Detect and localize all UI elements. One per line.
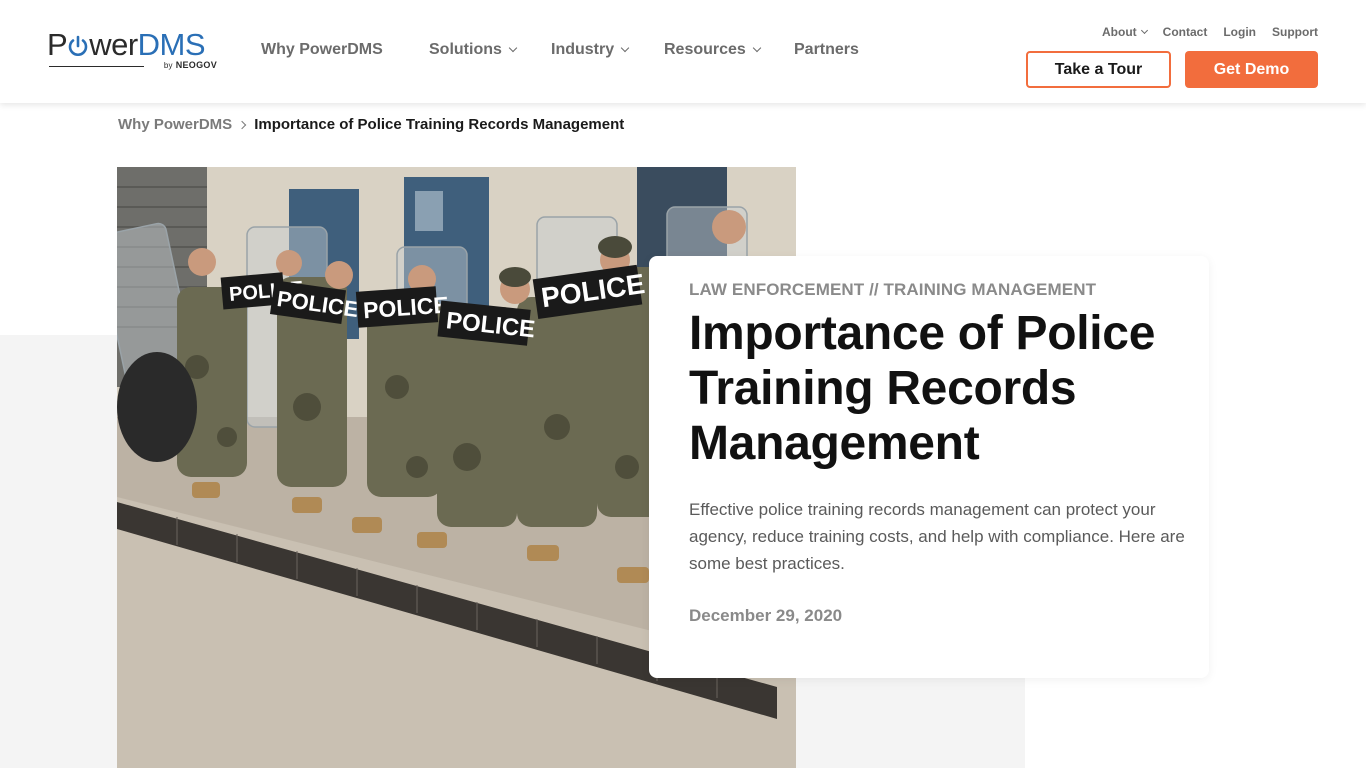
nav-solutions-label: Solutions xyxy=(429,41,502,58)
logo-dms-text: DMS xyxy=(137,27,206,62)
article-title: Importance of Police Training Records Ma… xyxy=(689,307,1156,470)
logo-wordmark: PwerDMS xyxy=(47,28,219,62)
util-about[interactable]: About xyxy=(1102,25,1148,39)
util-contact[interactable]: Contact xyxy=(1163,25,1208,39)
util-login-label: Login xyxy=(1223,25,1256,39)
chevron-down-icon xyxy=(1140,26,1148,35)
nav-partners[interactable]: Partners xyxy=(794,41,859,59)
chevron-down-icon xyxy=(508,43,518,53)
power-icon xyxy=(67,30,89,56)
article-description: Effective police training records manage… xyxy=(689,500,1185,573)
get-demo-button[interactable]: Get Demo xyxy=(1185,51,1318,88)
nav-solutions[interactable]: Solutions xyxy=(429,41,551,59)
util-support-label: Support xyxy=(1272,25,1318,39)
article-card: LAW ENFORCEMENT // TRAINING MANAGEMENT I… xyxy=(649,256,1209,678)
nav-why-powerdms[interactable]: Why PowerDMS xyxy=(261,41,429,59)
article-categories[interactable]: LAW ENFORCEMENT // TRAINING MANAGEMENT xyxy=(689,280,1096,300)
site-header: PwerDMS by NEOGOV Why PowerDMS Solutions… xyxy=(0,0,1366,103)
util-login[interactable]: Login xyxy=(1223,25,1256,39)
article-date: December 29, 2020 xyxy=(689,606,843,625)
chevron-down-icon xyxy=(620,43,630,53)
util-about-label: About xyxy=(1102,25,1137,39)
nav-resources[interactable]: Resources xyxy=(664,41,794,59)
take-a-tour-button[interactable]: Take a Tour xyxy=(1026,51,1171,88)
utility-nav: About Contact Login Support xyxy=(1102,25,1318,39)
nav-partners-label: Partners xyxy=(794,41,859,58)
logo-underline xyxy=(49,66,144,67)
logo-neogov: by NEOGOV xyxy=(164,60,217,70)
logo-power-text: Pwer xyxy=(47,27,138,62)
breadcrumb-parent-link[interactable]: Why PowerDMS xyxy=(118,116,232,133)
main-nav: Why PowerDMS Solutions Industry Resource… xyxy=(261,41,859,59)
powerdms-logo[interactable]: PwerDMS by NEOGOV xyxy=(47,28,219,74)
nav-resources-label: Resources xyxy=(664,41,746,58)
chevron-right-icon xyxy=(237,120,247,129)
nav-industry-label: Industry xyxy=(551,41,615,58)
logo-by-text: by xyxy=(163,61,173,70)
breadcrumb-current: Importance of Police Training Records Ma… xyxy=(254,116,625,133)
nav-industry[interactable]: Industry xyxy=(551,41,664,59)
util-contact-label: Contact xyxy=(1162,25,1208,39)
logo-neogov-text: NEOGOV xyxy=(175,60,217,70)
util-support[interactable]: Support xyxy=(1272,25,1318,39)
nav-why-label: Why PowerDMS xyxy=(261,41,383,58)
chevron-down-icon xyxy=(752,43,762,53)
breadcrumb: Why PowerDMS Importance of Police Traini… xyxy=(118,116,624,133)
